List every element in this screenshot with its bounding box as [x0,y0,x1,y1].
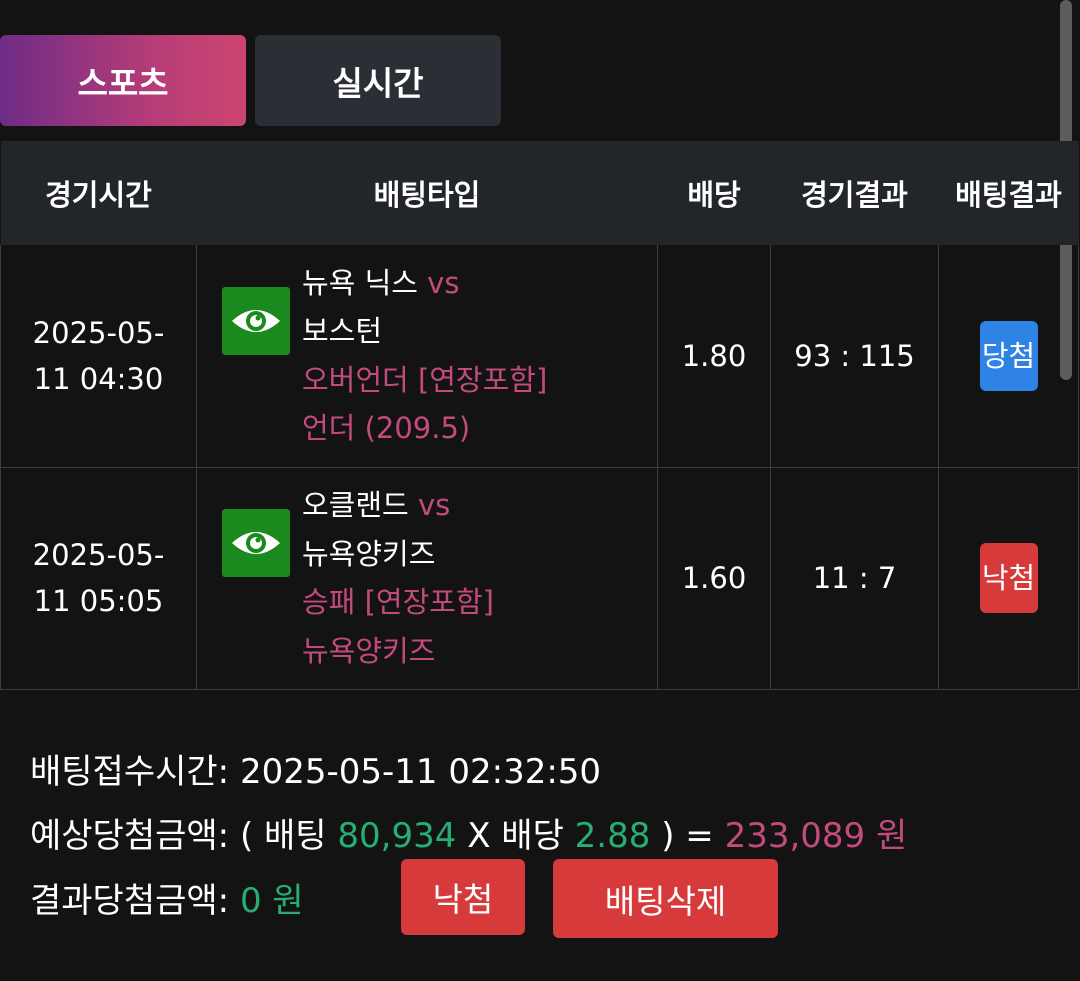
team-away: 보스턴 [302,314,383,349]
header-bet-result: 배팅결과 [938,141,1079,245]
x-label: X 배당 [467,816,564,856]
eye-icon[interactable] [222,286,290,355]
score-cell: 11 : 7 [770,467,939,690]
header-game-result: 경기결과 [770,141,939,245]
result-winnings: 결과당첨금액: 0 원 [30,873,304,922]
game-time: 11 04:30 [33,361,164,396]
table-header-row: 경기시간 배팅타입 배당 경기결과 배팅결과 [0,141,1079,245]
bet-amount: 80,934 [337,816,457,856]
bet-market: 승패 [연장포함] [302,585,494,619]
tab-sports[interactable]: 스포츠 [0,35,246,126]
bet-received-time: 배팅접수시간: 2025-05-11 02:32:50 [30,744,601,793]
header-odds: 배당 [657,141,771,245]
expected-open: ( 배팅 [239,816,327,856]
team-away: 뉴욕양키즈 [302,536,436,571]
game-time: 11 05:05 [33,584,164,618]
game-date: 2025-05- [32,315,165,350]
bet-type-cell: 오클랜드 vs 뉴욕양키즈 승패 [연장포함] 뉴욕양키즈 [196,467,658,690]
header-bet-type: 배팅타입 [196,141,658,245]
vs-label: vs [427,265,460,300]
received-value: 2025-05-11 02:32:50 [239,752,602,792]
expected-close: ) = [661,816,714,856]
result-badge-lose: 낙첨 [979,543,1038,613]
game-time-cell: 2025-05- 11 05:05 [0,467,197,690]
result-label: 결과당첨금액: [30,881,230,921]
received-label: 배팅접수시간: [30,752,230,792]
result-amount: 0 원 [239,881,304,921]
expected-label: 예상당첨금액: [30,816,230,856]
tab-bar: 스포츠 실시간 [0,35,501,126]
bet-pick: 뉴욕양키즈 [302,633,436,668]
odds-cell: 1.80 [657,245,771,468]
score-cell: 93 : 115 [770,245,939,468]
odds-cell: 1.60 [657,467,771,690]
game-time-cell: 2025-05- 11 04:30 [0,245,197,468]
result-badge-win: 당첨 [979,320,1038,391]
bet-result-cell: 당첨 [938,245,1079,468]
game-date: 2025-05- [32,538,165,572]
bet-type-cell: 뉴욕 닉스 vs 보스턴 오버언더 [연장포함] 언더 (209.5) [196,245,658,468]
expected-amount: 233,089 원 [724,816,908,856]
table-row: 2025-05- 11 05:05 오클랜드 vs 뉴욕양키즈 승패 [연장포함… [0,467,1079,690]
total-odds: 2.88 [574,816,651,856]
bet-history-table: 경기시간 배팅타입 배당 경기결과 배팅결과 2025-05- 11 04:30 [0,141,1079,690]
delete-bet-button[interactable]: 배팅삭제 [553,859,778,938]
status-lose-button[interactable]: 낙첨 [401,859,525,935]
tab-live[interactable]: 실시간 [255,35,501,126]
bet-result-cell: 낙첨 [938,467,1079,690]
vs-label: vs [417,488,451,522]
eye-icon[interactable] [222,509,290,577]
team-home: 뉴욕 닉스 [302,265,418,300]
header-game-time: 경기시간 [0,141,197,245]
table-row: 2025-05- 11 04:30 뉴욕 닉스 vs 보스턴 오버언더 [연장포… [0,245,1079,468]
bet-pick: 언더 (209.5) [302,411,471,446]
team-home: 오클랜드 [302,488,409,522]
expected-winnings: 예상당첨금액: ( 배팅 80,934 X 배당 2.88 ) = 233,08… [30,808,907,857]
bet-market: 오버언더 [연장포함] [302,362,548,397]
